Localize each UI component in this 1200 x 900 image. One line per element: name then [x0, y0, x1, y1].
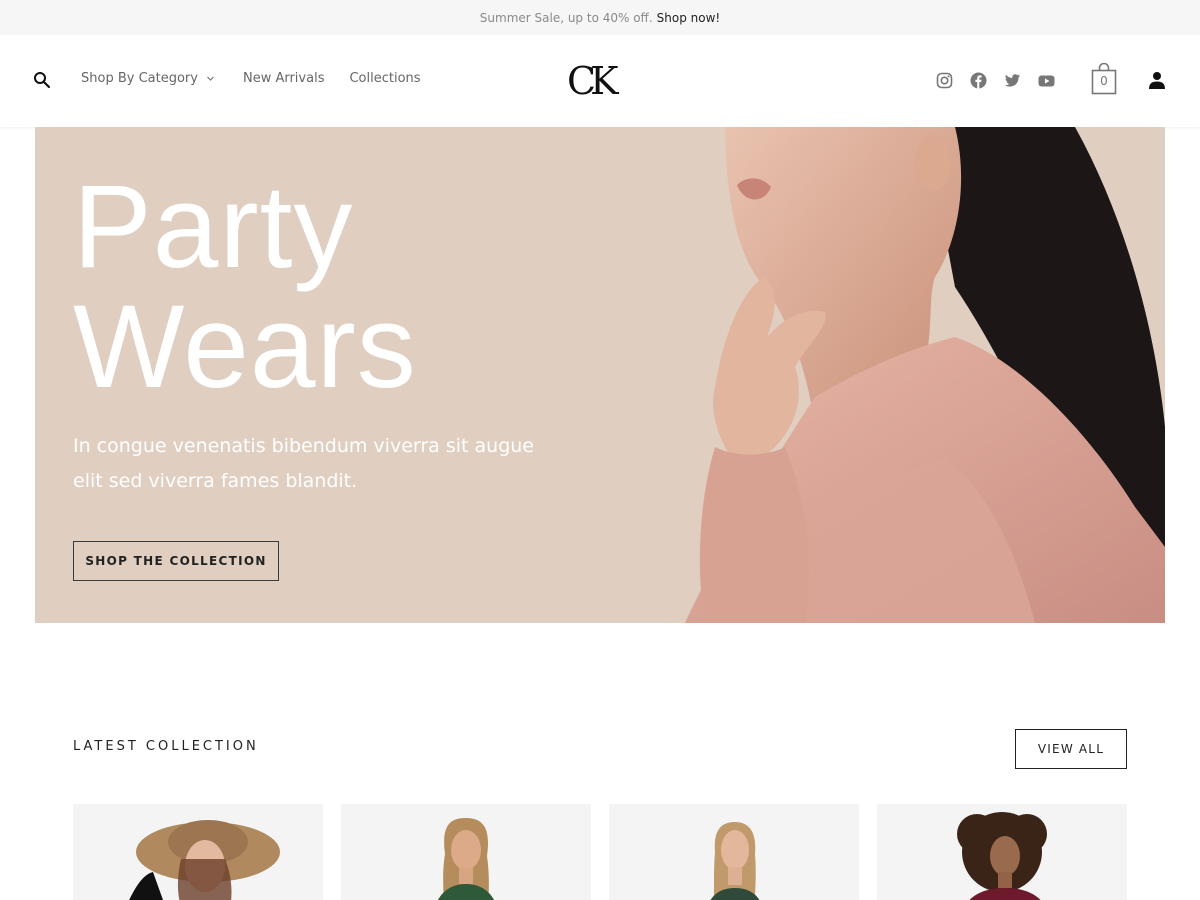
view-all-button[interactable]: VIEW ALL	[1015, 729, 1127, 769]
product-card[interactable]	[609, 804, 859, 900]
brand-logo[interactable]: CK	[567, 59, 621, 103]
latest-collection-heading: LATEST COLLECTION	[73, 739, 259, 754]
product-image	[710, 822, 760, 900]
hero-model-image	[655, 127, 1165, 623]
facebook-icon[interactable]	[970, 72, 987, 89]
shop-the-collection-button[interactable]: SHOP THE COLLECTION	[73, 541, 279, 581]
nav-label: New Arrivals	[242, 71, 325, 86]
hero-description: In congue venenatis bibendum viverra sit…	[73, 435, 535, 492]
chevron-down-icon	[207, 76, 214, 81]
hero-title: Party Wears	[73, 167, 417, 407]
nav-label: Collections	[349, 71, 421, 86]
nav-label: Shop By Category	[81, 71, 198, 86]
product-card[interactable]	[341, 804, 591, 900]
nav-new-arrivals[interactable]: New Arrivals	[243, 71, 325, 86]
hero-banner: Party Wears In congue venenatis bibendum…	[35, 127, 1165, 623]
hero-title-line-1: Party	[73, 161, 354, 293]
shop-now-link[interactable]: Shop now!	[657, 11, 721, 25]
product-card[interactable]	[877, 804, 1127, 900]
product-image	[957, 812, 1047, 900]
main-nav: Shop By Category New Arrivals Collection…	[81, 71, 421, 86]
nav-shop-by-category[interactable]: Shop By Category	[81, 71, 215, 86]
nav-collections[interactable]: Collections	[349, 71, 420, 86]
site-header: Shop By Category New Arrivals Collection…	[0, 35, 1200, 127]
twitter-icon[interactable]	[1004, 72, 1021, 89]
account-icon[interactable]	[1148, 71, 1166, 89]
social-links	[936, 72, 1055, 89]
product-image	[129, 820, 280, 900]
hero-title-line-2: Wears	[73, 281, 417, 413]
product-card[interactable]	[73, 804, 323, 900]
cart-count: 0	[1100, 74, 1108, 88]
cart-button[interactable]: 0	[1091, 62, 1117, 95]
search-icon[interactable]	[33, 71, 51, 89]
announcement-text: Summer Sale, up to 40% off.	[479, 10, 653, 25]
product-grid	[73, 804, 1127, 900]
product-image	[438, 818, 494, 900]
announcement-bar: Summer Sale, up to 40% off. Shop now!	[0, 0, 1200, 35]
logo-text: CK	[567, 59, 619, 103]
instagram-icon[interactable]	[936, 72, 953, 89]
youtube-icon[interactable]	[1038, 72, 1055, 89]
